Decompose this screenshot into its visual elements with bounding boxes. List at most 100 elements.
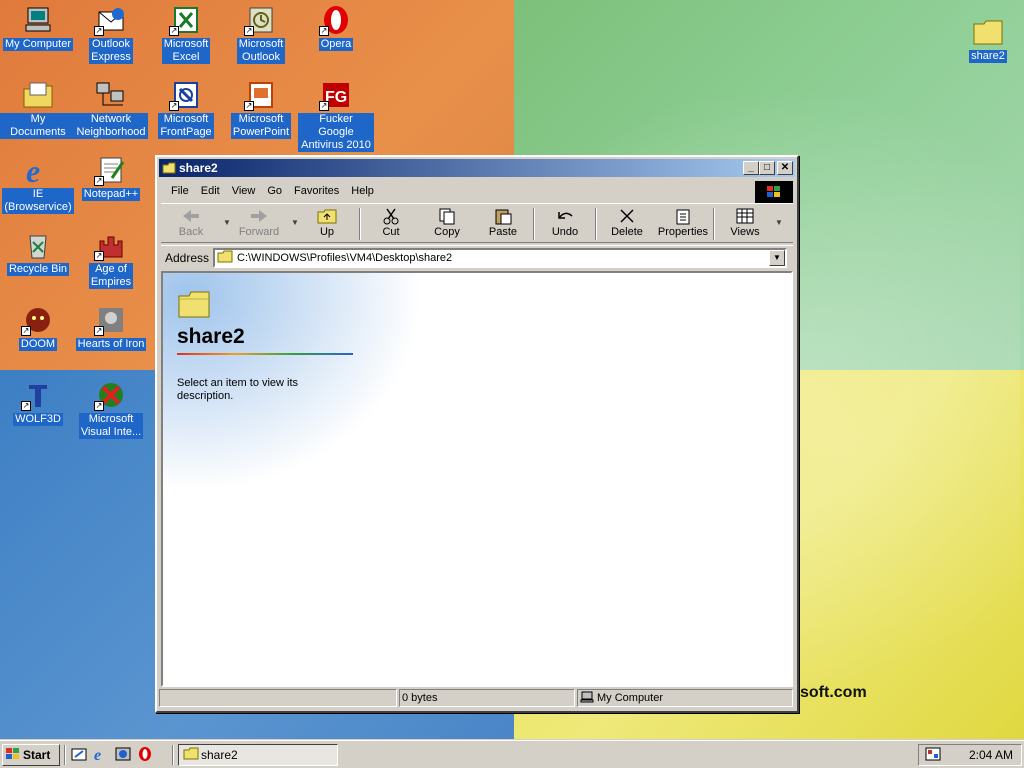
desktop-icon-hearts-of-iron[interactable]: ↗ Hearts of Iron (73, 304, 149, 351)
desktop-icon-doom[interactable]: ↗ DOOM (0, 304, 76, 351)
paste-button[interactable]: Paste (475, 206, 531, 242)
status-size: 0 bytes (399, 689, 575, 707)
properties-button[interactable]: Properties (655, 206, 711, 242)
folder-icon (971, 16, 1005, 48)
clock[interactable]: 2:04 AM (969, 748, 1013, 762)
desktop-icon-recycle-bin[interactable]: Recycle Bin (0, 229, 76, 276)
status-zone: My Computer (577, 689, 793, 707)
menu-favorites[interactable]: Favorites (288, 185, 345, 197)
title-underline (177, 353, 353, 355)
taskbar-button-share2[interactable]: share2 (178, 744, 338, 766)
system-tray: 2:04 AM (918, 744, 1022, 766)
tray-settings-icon[interactable] (925, 747, 941, 764)
desktop-icon-excel[interactable]: ↗ Microsoft Excel (148, 4, 224, 64)
windows-logo-icon (755, 181, 793, 203)
powerpoint-icon: ↗ (244, 79, 278, 111)
show-desktop-icon[interactable] (70, 745, 88, 763)
delete-x-icon (599, 206, 655, 226)
computer-icon (580, 691, 594, 706)
desktop-icon-network-neighborhood[interactable]: Network Neighborhood (73, 79, 149, 139)
desktop-icon-outlook[interactable]: ↗ Microsoft Outlook (223, 4, 299, 64)
wallpaper-text: soft.com (800, 684, 867, 701)
excel-icon: ↗ (169, 4, 203, 36)
channels-icon[interactable] (114, 745, 132, 763)
taskbar-button-label: share2 (201, 748, 238, 762)
up-folder-icon (299, 206, 355, 226)
menu-file[interactable]: File (165, 185, 195, 197)
desktop-icon-my-documents[interactable]: My Documents (0, 79, 76, 139)
clipboard-icon (475, 206, 531, 226)
taskbar-separator (172, 745, 174, 765)
outlook-icon: ↗ (244, 4, 278, 36)
scissors-icon (363, 206, 419, 226)
minimize-button[interactable]: _ (743, 161, 759, 175)
address-label: Address (165, 250, 210, 265)
svg-text:e: e (26, 154, 40, 186)
status-pane-empty (159, 689, 397, 707)
opera-icon[interactable] (136, 745, 154, 763)
views-button[interactable]: Views (717, 206, 773, 242)
title-bar[interactable]: share2 _ □ ✕ (159, 159, 795, 177)
desktop-icon-outlook-express[interactable]: ↗ Outlook Express (73, 4, 149, 64)
cut-button[interactable]: Cut (363, 206, 419, 242)
menu-go[interactable]: Go (261, 185, 288, 197)
folder-description: Select an item to view its description. (177, 377, 299, 402)
back-arrow-icon (163, 206, 219, 226)
desktop-icon-wolf3d[interactable]: ↗ WOLF3D (0, 379, 76, 426)
taskbar: Start e share2 2:04 AM (0, 740, 1024, 768)
maximize-button[interactable]: □ (759, 161, 775, 175)
delete-button[interactable]: Delete (599, 206, 655, 242)
desktop-icon-age-of-empires[interactable]: ↗ Age of Empires (73, 229, 149, 289)
window-title: share2 (179, 161, 218, 175)
desktop-icon-ie[interactable]: e IE (Browservice) (0, 154, 76, 214)
menu-help[interactable]: Help (345, 185, 380, 197)
views-grid-icon (717, 206, 773, 226)
internet-explorer-icon: e (21, 154, 55, 186)
toolbar: Back ▼ Forward ▼ Up Cut Copy Paste Undo (161, 203, 793, 243)
address-dropdown-button[interactable]: ▼ (769, 250, 785, 266)
toolbar-separator (713, 208, 715, 240)
antivirus-icon: FG ↗ (319, 79, 353, 111)
outlook-express-icon: ↗ (94, 4, 128, 36)
forward-dropdown-icon[interactable]: ▼ (291, 218, 299, 227)
desktop-icon-share2[interactable]: share2 (950, 16, 1024, 63)
desktop-icon-opera[interactable]: ↗ Opera (298, 4, 374, 51)
copy-button[interactable]: Copy (419, 206, 475, 242)
folder-icon (162, 162, 176, 177)
folder-view[interactable]: share2 Select an item to view its descri… (161, 271, 793, 687)
back-dropdown-icon[interactable]: ▼ (223, 218, 231, 227)
back-button[interactable]: Back (163, 206, 219, 242)
quicklaunch-separator (64, 745, 66, 765)
recycle-bin-icon (21, 229, 55, 261)
forward-button[interactable]: Forward (231, 206, 287, 242)
up-button[interactable]: Up (299, 206, 355, 242)
folder-icon (183, 747, 199, 763)
desktop-icon-antivirus[interactable]: FG ↗ Fucker Google Antivirus 2010 (298, 79, 374, 152)
undo-button[interactable]: Undo (537, 206, 593, 242)
desktop-icon-my-computer[interactable]: My Computer (0, 4, 76, 51)
quick-launch: e (70, 745, 154, 763)
forward-arrow-icon (231, 206, 287, 226)
menu-view[interactable]: View (226, 185, 262, 197)
address-bar: Address C:\WINDOWS\Profiles\VM4\Desktop\… (161, 245, 793, 269)
desktop-icon-notepadpp[interactable]: ↗ Notepad++ (73, 154, 149, 201)
start-button[interactable]: Start (2, 744, 60, 766)
hearts-of-iron-icon: ↗ (94, 304, 128, 336)
menu-bar: File Edit View Go Favorites Help (161, 181, 793, 203)
documents-folder-icon (21, 79, 55, 111)
internet-explorer-icon[interactable]: e (92, 745, 110, 763)
start-label: Start (23, 748, 51, 762)
desktop-icon-frontpage[interactable]: ↗ Microsoft FrontPage (148, 79, 224, 139)
notepad-icon: ↗ (94, 154, 128, 186)
address-input[interactable]: C:\WINDOWS\Profiles\VM4\Desktop\share2 ▼ (213, 248, 787, 268)
desktop-icon-powerpoint[interactable]: ↗ Microsoft PowerPoint (223, 79, 299, 139)
visual-interdev-icon: ↗ (94, 379, 128, 411)
menu-edit[interactable]: Edit (195, 185, 226, 197)
desktop-icon-visual-interdev[interactable]: ↗ Microsoft Visual Inte... (73, 379, 149, 439)
opera-icon: ↗ (319, 4, 353, 36)
copy-icon (419, 206, 475, 226)
views-dropdown-icon[interactable]: ▼ (775, 218, 783, 227)
folder-icon (217, 250, 233, 266)
folder-title: share2 (177, 325, 245, 348)
close-button[interactable]: ✕ (777, 161, 793, 175)
